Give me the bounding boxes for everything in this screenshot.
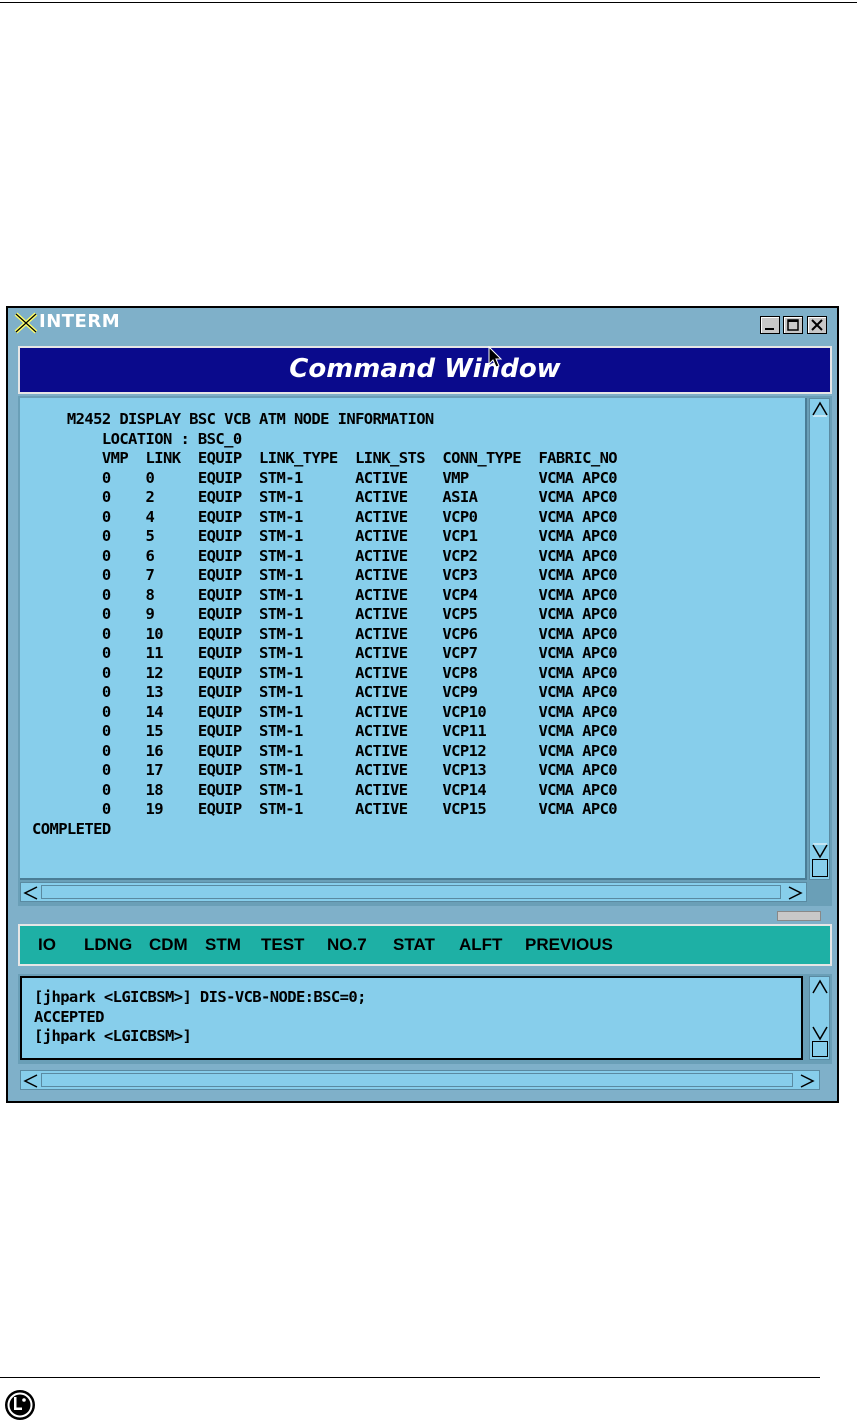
input-vertical-scrollbar[interactable] bbox=[809, 976, 830, 1060]
output-text-area[interactable]: M2452 DISPLAY BSC VCB ATM NODE INFORMATI… bbox=[20, 398, 807, 880]
minimize-button[interactable] bbox=[760, 316, 780, 334]
command-input-area[interactable]: [jhpark <LGICBSM>] DIS-VCB-NODE:BSC=0; A… bbox=[20, 976, 803, 1060]
minimize-icon bbox=[765, 328, 774, 330]
maximize-icon bbox=[787, 319, 799, 331]
command-input-text: [jhpark <LGICBSM>] DIS-VCB-NODE:BSC=0; A… bbox=[34, 988, 366, 1045]
menu-ldng[interactable]: LDNG bbox=[84, 935, 132, 955]
input-horizontal-scrollbar[interactable] bbox=[20, 1070, 820, 1090]
close-icon bbox=[811, 319, 823, 331]
input-scroll-up-icon[interactable] bbox=[810, 977, 830, 997]
menu-stat[interactable]: STAT bbox=[393, 935, 435, 955]
input-scroll-left-icon[interactable] bbox=[21, 1071, 41, 1091]
input-scroll-step[interactable] bbox=[812, 1041, 828, 1057]
menu-io[interactable]: IO bbox=[38, 935, 56, 955]
pane-divider-handle[interactable] bbox=[777, 911, 821, 921]
input-scroll-down-icon[interactable] bbox=[810, 1023, 830, 1043]
x-logo-icon bbox=[14, 312, 38, 334]
horizontal-scroll-thumb[interactable] bbox=[41, 885, 781, 899]
output-vertical-scrollbar[interactable] bbox=[809, 398, 830, 880]
menu-test[interactable]: TEST bbox=[261, 935, 304, 955]
close-button[interactable] bbox=[807, 316, 827, 334]
command-window-title: Command Window bbox=[289, 354, 561, 384]
menu-cdm[interactable]: CDM bbox=[149, 935, 188, 955]
interm-window: INTERM Command Window M2452 DISPLAY BSC … bbox=[6, 306, 839, 1103]
maximize-button[interactable] bbox=[783, 316, 803, 334]
title-bar[interactable]: INTERM bbox=[8, 308, 837, 338]
command-menu-bar: IO LDNG CDM STM TEST NO.7 STAT ALFT PREV… bbox=[18, 924, 832, 966]
input-scroll-right-icon[interactable] bbox=[797, 1071, 817, 1091]
scroll-up-icon[interactable] bbox=[810, 399, 830, 419]
input-panel: [jhpark <LGICBSM>] DIS-VCB-NODE:BSC=0; A… bbox=[18, 974, 832, 1064]
menu-previous[interactable]: PREVIOUS bbox=[525, 935, 613, 955]
menu-alft[interactable]: ALFT bbox=[459, 935, 502, 955]
mouse-pointer-icon bbox=[488, 346, 503, 368]
menu-stm[interactable]: STM bbox=[205, 935, 241, 955]
output-horizontal-scrollbar[interactable] bbox=[20, 882, 807, 902]
menu-no7[interactable]: NO.7 bbox=[327, 935, 367, 955]
scroll-right-icon[interactable] bbox=[785, 883, 805, 903]
input-horizontal-scroll-thumb[interactable] bbox=[41, 1073, 793, 1087]
command-window-header: Command Window bbox=[18, 346, 832, 394]
scroll-down-icon[interactable] bbox=[810, 841, 830, 861]
window-title: INTERM bbox=[39, 311, 121, 332]
page-top-rule bbox=[0, 2, 857, 3]
page-bottom-rule bbox=[0, 1377, 820, 1378]
output-panel: M2452 DISPLAY BSC VCB ATM NODE INFORMATI… bbox=[18, 396, 832, 906]
lg-logo-icon bbox=[5, 1390, 35, 1420]
scroll-left-icon[interactable] bbox=[21, 883, 41, 903]
output-text: M2452 DISPLAY BSC VCB ATM NODE INFORMATI… bbox=[32, 410, 618, 838]
scroll-down-step[interactable] bbox=[812, 859, 828, 877]
